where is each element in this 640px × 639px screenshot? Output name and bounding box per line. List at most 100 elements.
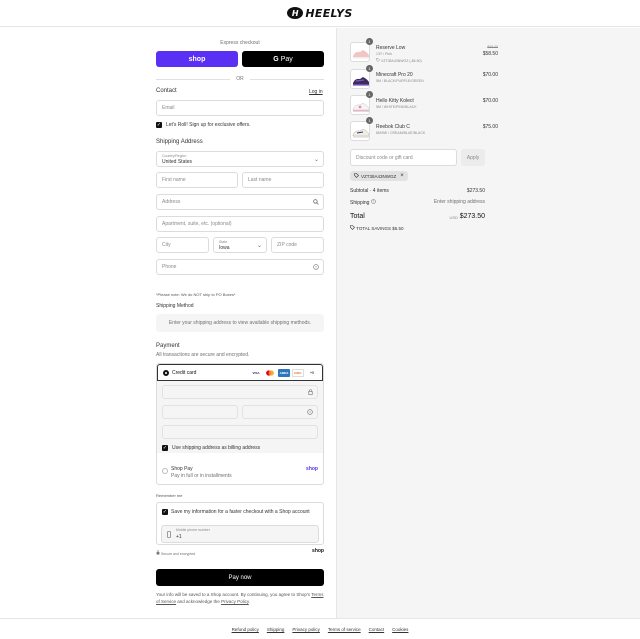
contact-link[interactable]: Contact bbox=[369, 627, 385, 632]
first-name-field[interactable]: First name bbox=[156, 172, 238, 188]
secure-row: Secure and encrypted shop bbox=[156, 548, 324, 556]
quantity-badge: 1 bbox=[366, 91, 373, 98]
state-label: State bbox=[219, 240, 228, 244]
help-icon[interactable]: ? bbox=[371, 199, 376, 206]
credit-card-option[interactable]: Credit card VISA AMEX DISC +5 bbox=[157, 364, 323, 381]
credit-card-radio[interactable] bbox=[163, 370, 169, 376]
payment-subtitle: All transactions are secure and encrypte… bbox=[156, 352, 250, 358]
last-name-field[interactable]: Last name bbox=[242, 172, 324, 188]
mobile-phone-label: Mobile phone number bbox=[176, 528, 210, 532]
visa-icon: VISA bbox=[252, 371, 260, 375]
address-placeholder: Address bbox=[162, 199, 181, 205]
order-summary: 1 Reserve Low 13Y / Pink VZT38A43NWGZ (-… bbox=[336, 28, 640, 618]
first-name-placeholder: First name bbox=[162, 177, 186, 183]
terms-of-service-link[interactable]: Terms of service bbox=[328, 627, 361, 632]
country-select[interactable]: Country/Region United States ⌄ bbox=[156, 151, 324, 167]
phone-placeholder: Phone bbox=[162, 264, 177, 270]
product-image-minecraft-pro-20 bbox=[350, 69, 370, 89]
shipping-label: Shipping bbox=[350, 200, 370, 206]
apartment-placeholder: Apartment, suite, etc. (optional) bbox=[162, 221, 232, 227]
cookies-link[interactable]: Cookies bbox=[392, 627, 408, 632]
shipping-policy-link[interactable]: Shipping bbox=[267, 627, 285, 632]
remove-discount-icon[interactable]: × bbox=[400, 173, 404, 179]
shop-pay-radio[interactable] bbox=[162, 468, 168, 474]
mobile-phone-value: +1 bbox=[176, 534, 182, 540]
subtotal-row: Subtotal · 4 items $273.50 bbox=[350, 188, 485, 194]
phone-field[interactable]: Phone ? bbox=[156, 259, 324, 275]
card-number-field[interactable] bbox=[162, 385, 318, 399]
privacy-policy-link[interactable]: Privacy policy bbox=[292, 627, 320, 632]
item-variant: 8M/9W / CREAM/BLUE/BLACK bbox=[376, 131, 426, 135]
tag-icon bbox=[354, 173, 359, 179]
pay-now-button[interactable]: Pay now bbox=[156, 569, 324, 586]
help-icon[interactable]: ? bbox=[313, 264, 319, 272]
offers-label: Let's Roll! Sign up for exclusive offers… bbox=[166, 122, 251, 128]
payment-title: Payment bbox=[156, 343, 180, 349]
currency-code: USD bbox=[449, 215, 458, 220]
privacy-link[interactable]: Privacy Policy bbox=[221, 599, 249, 604]
expiration-field[interactable] bbox=[162, 405, 238, 419]
legal-notice: Your info will be saved to a Shop accoun… bbox=[156, 591, 324, 605]
legal-text-1: Your info will be saved to a Shop accoun… bbox=[156, 592, 312, 597]
shipping-method-title: Shipping Method bbox=[156, 303, 194, 309]
site-header: H HEELYS bbox=[0, 0, 640, 27]
item-discount-code: VZT38A43NWGZ (-$6.50) bbox=[380, 59, 422, 63]
card-logos: VISA AMEX DISC +5 bbox=[250, 369, 318, 377]
product-image-reebok-club-c bbox=[350, 121, 370, 141]
google-pay-button[interactable]: G Pay bbox=[242, 51, 324, 67]
heelys-logo[interactable]: H HEELYS bbox=[287, 7, 352, 20]
mobile-phone-icon bbox=[167, 531, 171, 540]
save-info-checkbox[interactable]: ✓ bbox=[162, 509, 168, 515]
security-code-field[interactable]: ? bbox=[242, 405, 318, 419]
payment-methods: Credit card VISA AMEX DISC +5 ? ✓ Use sh… bbox=[156, 363, 324, 485]
remember-me-title: Remember me bbox=[156, 493, 183, 498]
zip-placeholder: ZIP code bbox=[277, 242, 297, 248]
last-name-placeholder: Last name bbox=[248, 177, 272, 183]
shop-logo: shop bbox=[306, 466, 318, 472]
zip-field[interactable]: ZIP code bbox=[271, 237, 324, 253]
login-link[interactable]: Log in bbox=[309, 89, 323, 95]
apartment-field[interactable]: Apartment, suite, etc. (optional) bbox=[156, 216, 324, 232]
google-g-icon: G bbox=[273, 55, 279, 63]
policy-footer: Refund policy Shipping Privacy policy Te… bbox=[0, 618, 640, 639]
remember-me-box: ✓ Save my information for a faster check… bbox=[156, 502, 324, 545]
quantity-badge: 1 bbox=[366, 117, 373, 124]
name-on-card-field[interactable] bbox=[162, 425, 318, 439]
item-name: Reserve Low bbox=[376, 45, 406, 51]
quantity-badge: 1 bbox=[366, 65, 373, 72]
billing-same-checkbox[interactable]: ✓ bbox=[162, 445, 168, 451]
item-name: Hello Kitty Kolect bbox=[376, 98, 414, 104]
country-value: United States bbox=[162, 159, 193, 165]
mobile-phone-field[interactable]: Mobile phone number +1 bbox=[161, 525, 319, 543]
shipping-address-title: Shipping Address bbox=[156, 139, 203, 145]
shop-logo: shop bbox=[312, 548, 324, 554]
city-field[interactable]: City bbox=[156, 237, 209, 253]
discount-code-input[interactable]: Discount code or gift card bbox=[350, 149, 457, 166]
item-price: $58.50 bbox=[482, 51, 498, 57]
item-variant: 13Y / Pink bbox=[376, 52, 392, 56]
shop-pay-label: Shop Pay bbox=[171, 466, 193, 472]
google-pay-label: Pay bbox=[280, 55, 293, 63]
apply-discount-button[interactable]: Apply bbox=[461, 149, 485, 166]
quantity-badge: 1 bbox=[366, 38, 373, 45]
offers-checkbox[interactable]: ✓ bbox=[156, 122, 162, 128]
shop-pay-subtitle: Pay in full or in installments bbox=[171, 473, 232, 479]
discover-icon: DISC bbox=[292, 369, 304, 377]
refund-policy-link[interactable]: Refund policy bbox=[232, 627, 259, 632]
legal-text-3: . bbox=[248, 599, 251, 604]
amex-icon: AMEX bbox=[278, 369, 290, 377]
email-field[interactable]: Email bbox=[156, 100, 324, 116]
more-cards-badge: +5 bbox=[310, 371, 314, 375]
shop-pay-express-button[interactable]: shop bbox=[156, 51, 238, 67]
item-original-price: $65.00 bbox=[487, 45, 498, 49]
help-icon[interactable]: ? bbox=[307, 409, 313, 417]
heelys-logo-text: HEELYS bbox=[305, 6, 353, 20]
order-item: 1 Minecraft Pro 20 5M / BLACK/PURPLE/GRE… bbox=[350, 65, 498, 91]
address-field[interactable]: Address bbox=[156, 194, 324, 210]
item-price: $75.00 bbox=[482, 124, 498, 130]
svg-text:?: ? bbox=[309, 410, 311, 414]
po-box-note: *Please note: We do NOT ship to PO Boxes… bbox=[156, 292, 236, 297]
shop-pay-option[interactable]: Shop Pay Pay in full or in installments … bbox=[157, 461, 323, 484]
credit-card-fields: ? ✓ Use shipping address as billing addr… bbox=[157, 381, 323, 453]
state-select[interactable]: State Iowa ⌄ bbox=[213, 237, 267, 253]
